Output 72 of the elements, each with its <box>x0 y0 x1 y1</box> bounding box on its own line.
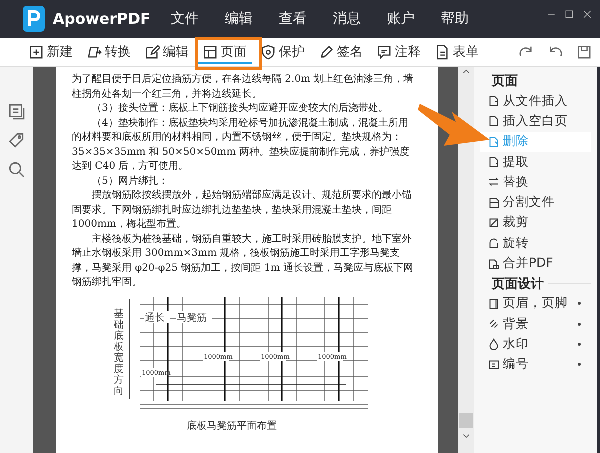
panel-item[interactable]: 替换 <box>480 172 591 192</box>
panel-item[interactable]: 提取 <box>480 152 591 172</box>
document-paragraph: （4）垫块制作：底板垫块均采用砼标号加抗渗混凝土制成，混凝土所用的材料要和底板所用的材料相同，内置不锈钢丝，便于固定。垫块规格为：35×35×35mm 和 50×50×50mm 两种。垫块应提前制作完成，养护强度达到 C40 后，方可使用。 <box>72 116 410 174</box>
plus-box-icon <box>29 44 44 60</box>
page-action-icon <box>488 358 500 371</box>
form-icon <box>435 44 450 60</box>
toolbar-tab[interactable]: 保护 <box>256 40 310 64</box>
toolbar-tab[interactable]: 签名 <box>314 40 368 64</box>
document-paragraph: （5）网片绑扎： <box>91 174 170 188</box>
toolbar-tab[interactable]: 页面 <box>198 40 252 64</box>
undo-icon <box>548 44 563 60</box>
page-action-icon <box>488 298 500 310</box>
section-heading: 页面设计 <box>492 276 544 293</box>
pencil-note-icon <box>145 44 160 60</box>
panel-item[interactable]: 插入空白页 <box>480 111 591 132</box>
menu-item[interactable]: 编辑 <box>224 10 253 28</box>
pen-icon <box>319 44 334 60</box>
menu-item[interactable]: 消息 <box>332 10 361 28</box>
app-title: ApowerPDF <box>53 10 151 28</box>
toolbar-tab[interactable]: 新建 <box>24 40 78 64</box>
section-heading: 页面 <box>492 73 518 90</box>
redo-icon <box>519 44 534 60</box>
panel-item[interactable]: 水印 <box>480 334 591 355</box>
toolbar-tab[interactable]: 表单 <box>430 40 484 64</box>
search-icon <box>8 161 25 178</box>
collapse-caret-icon <box>462 67 470 76</box>
menu-item[interactable]: 账户 <box>386 10 415 28</box>
document-paragraph: 摆放钢筋除按线摆放外，起始钢筋端部应满足设计、规范所要求的最小锚固要求。下网钢筋绑扎时应边绑扎边垫垫块，垫块采用混凝土垫块，间距 1000mm，梅花型布置。 <box>72 189 413 232</box>
convert-icon <box>87 44 102 60</box>
maximize-icon <box>565 10 574 19</box>
logo-icon <box>23 6 45 32</box>
figure-side-label: 基础底板宽度方向 <box>114 308 124 396</box>
tag-icon <box>8 132 25 149</box>
page-action-icon <box>488 196 500 209</box>
document-paragraph: 为了醒目便于日后定位插筋方便，在各边线每隔 2.0m 划上红色油漆三角，墙柱拐角处各划一个红三角，并将边线延长。 <box>72 73 415 102</box>
panel-item[interactable]: 页眉，页脚 <box>480 294 591 314</box>
toolbar-tab[interactable]: 注释 <box>372 40 426 64</box>
page-action-icon <box>488 338 500 350</box>
panel-item[interactable]: 合并PDF <box>480 253 591 274</box>
comment-icon <box>377 44 392 60</box>
toolbar-tab[interactable]: 编辑 <box>140 40 194 64</box>
document-paragraph: （3）接头位置：底板上下钢筋接头均应避开应变较大的后浇带处。 <box>91 102 390 116</box>
page-action-icon <box>488 318 500 330</box>
close-icon <box>583 10 592 19</box>
panel-item[interactable]: 裁剪 <box>480 212 591 234</box>
page-action-icon <box>488 258 500 270</box>
menu-item[interactable]: 帮助 <box>440 10 469 28</box>
page-action-icon <box>488 95 500 108</box>
panel-item[interactable]: 背景 <box>480 314 591 334</box>
figure-caption: 底板马凳筋平面布置 <box>186 420 278 432</box>
panel-item[interactable]: 旋转 <box>480 233 591 254</box>
panel-item[interactable]: 编号 <box>480 354 591 375</box>
pointer-arrow <box>418 104 490 146</box>
page-action-icon <box>488 216 500 229</box>
scrollbar-thumb[interactable] <box>459 413 473 428</box>
scroll-down-icon <box>462 432 470 441</box>
menu-item[interactable]: 文件 <box>170 10 199 28</box>
menu-item[interactable]: 查看 <box>278 10 307 28</box>
page-action-icon <box>488 136 500 148</box>
panel-item[interactable]: 分割文件 <box>480 192 591 213</box>
document-paragraph: 主楼筏板为桩筏基础，钢筋自重较大，施工时采用砖胎膜支护。地下室外墙止水钢板采用 300mm×3mm 规格，筏板钢筋施工时采用工字形马凳支撑，马凳采用 φ20-φ25 钢筋加工，按间距 1m 通长设置，马凳应与底板下网钢筋绑扎牢固。 <box>72 232 414 290</box>
toolbar-tab[interactable]: 转换 <box>82 40 136 64</box>
document-list-icon <box>8 103 25 120</box>
page-action-icon <box>488 237 500 250</box>
save-icon <box>577 44 592 60</box>
shield-icon <box>261 44 276 60</box>
page-action-icon <box>488 156 500 168</box>
page-icon <box>203 44 218 60</box>
highlight-frame <box>196 38 262 70</box>
page-action-icon <box>488 115 500 128</box>
page-action-icon <box>488 176 500 188</box>
panel-item[interactable]: 从文件插入 <box>480 91 591 112</box>
